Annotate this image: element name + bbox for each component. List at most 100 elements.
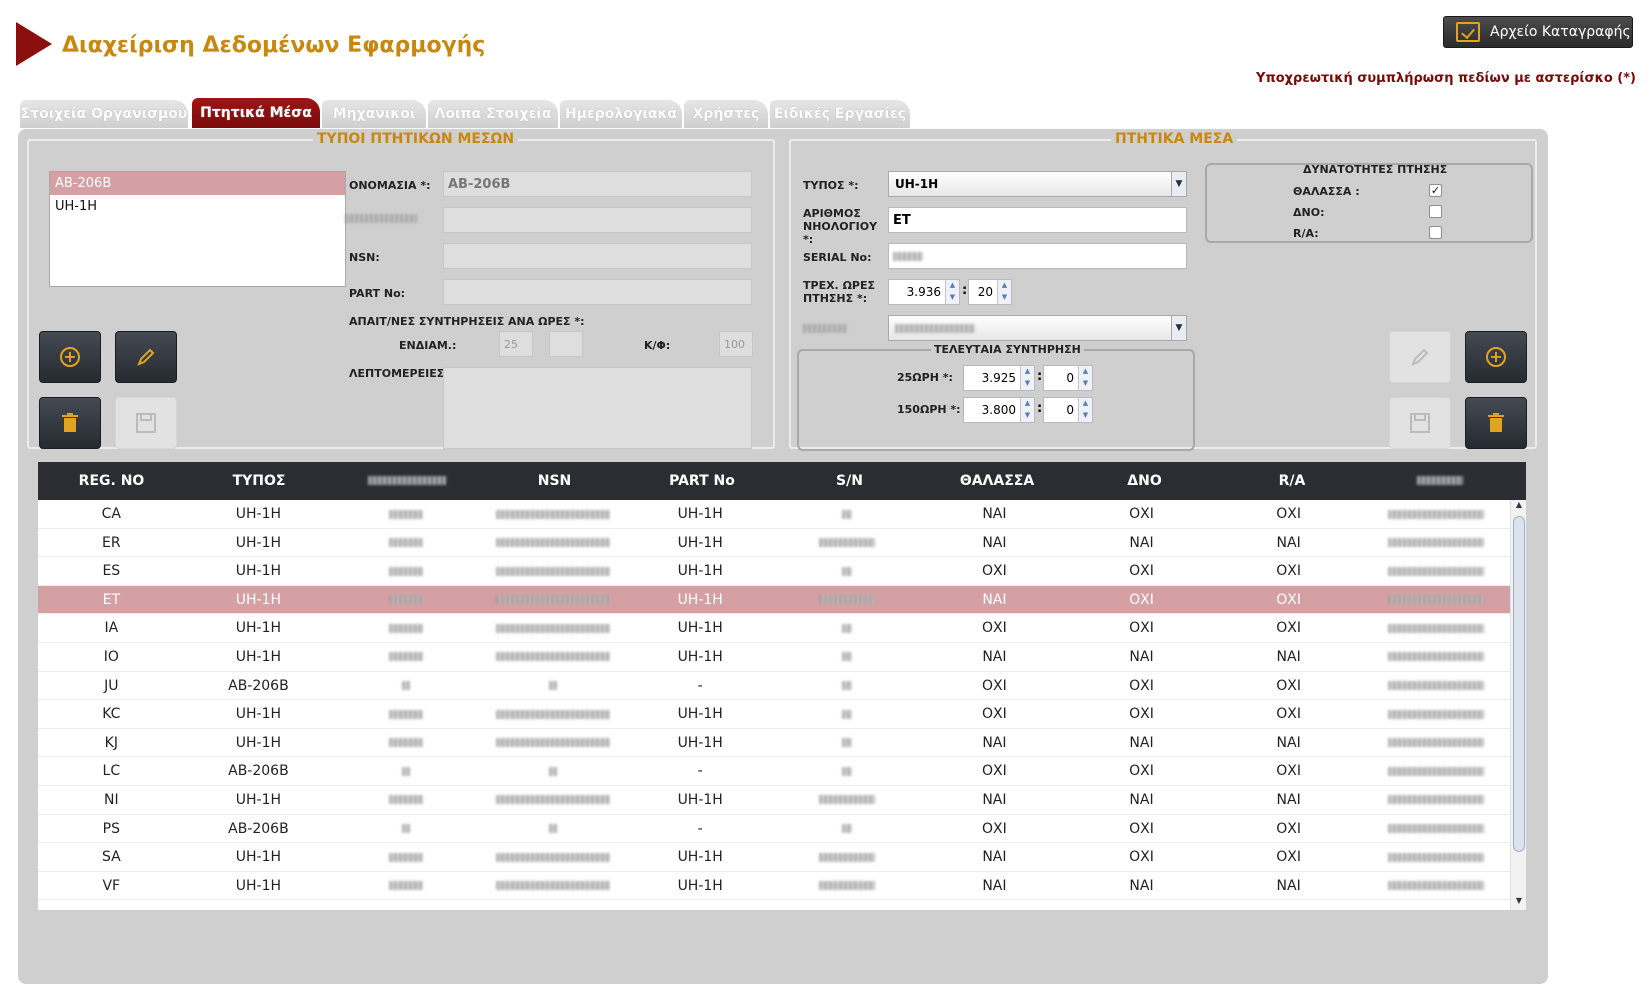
table-row[interactable]: ER UH-1H UH-1H ΝΑΙ ΝΑΙ ΝΑΙ	[38, 529, 1510, 558]
save-aircraft-button[interactable]	[1389, 397, 1451, 449]
h25-minutes-value: 0	[1066, 371, 1074, 385]
table-row[interactable]: SA UH-1H UH-1H ΝΑΙ ΟΧΙ ΟΧΙ	[38, 843, 1510, 872]
h150-minutes-stepper[interactable]: 0 ▲ ▼	[1043, 397, 1093, 423]
h150-hours-stepper[interactable]: 3.800 ▲ ▼	[963, 397, 1035, 423]
tab-organization[interactable]: Στοιχεία Οργανισμού	[20, 100, 188, 128]
table-cell	[774, 700, 921, 728]
aircraft-types-group: ΤΥΠΟΙ ΠΤΗΤΙΚΩΝ ΜΕΣΩΝ AB-206B UH-1H ΟΝΟΜΑ…	[27, 131, 775, 449]
tab-mechanics[interactable]: Μηχανικοί	[322, 100, 426, 128]
table-row[interactable]: CA UH-1H UH-1H ΝΑΙ ΟΧΙ ΟΧΙ	[38, 500, 1510, 529]
title-arrow-icon	[16, 22, 52, 66]
add-aircraft-button[interactable]: +	[1465, 331, 1527, 383]
serial-field[interactable]	[888, 243, 1187, 269]
tab-special-tasks[interactable]: Ειδικές Εργασίες	[770, 100, 910, 128]
column-header[interactable]: ΤΥΠΟΣ	[185, 462, 333, 500]
table-row[interactable]: ES UH-1H UH-1H ΟΧΙ ΟΧΙ ΟΧΙ	[38, 557, 1510, 586]
up-arrow-icon[interactable]: ▲	[998, 280, 1011, 292]
redacted-select[interactable]: ▼	[888, 315, 1187, 341]
table-row[interactable]: KJ UH-1H UH-1H ΝΑΙ ΝΑΙ ΝΑΙ	[38, 729, 1510, 758]
down-arrow-icon[interactable]: ▼	[1079, 378, 1092, 390]
part-no-field[interactable]	[443, 279, 752, 305]
intermediate-field[interactable]: 25	[499, 331, 533, 357]
table-cell: ΝΑΙ	[982, 734, 1007, 751]
column-header[interactable]: R/A	[1218, 462, 1366, 500]
last-maintenance-title: ΤΕΛΕΥΤΑΙΑ ΣΥΝΤΗΡΗΣΗ	[931, 343, 1084, 356]
up-arrow-icon[interactable]: ▲	[1021, 398, 1034, 410]
h25-hours-stepper[interactable]: 3.925 ▲ ▼	[963, 365, 1035, 391]
name-field[interactable]: AB-206B	[443, 171, 752, 197]
type-select[interactable]: UH-1H ▼	[888, 171, 1187, 197]
flight-hours-stepper[interactable]: 3.936 ▲ ▼	[888, 279, 960, 305]
save-type-button[interactable]	[115, 397, 177, 449]
down-arrow-icon[interactable]: ▼	[1021, 378, 1034, 390]
nsn-label: NSN:	[349, 251, 380, 264]
table-cell	[332, 500, 480, 528]
grid-scrollbar[interactable]: ▲ ▼	[1510, 500, 1526, 910]
table-row[interactable]: ET UH-1H UH-1H ΝΑΙ ΟΧΙ ΟΧΙ	[38, 585, 1510, 615]
table-cell: ΟΧΙ	[1129, 763, 1154, 780]
scroll-down-icon[interactable]: ▼	[1511, 896, 1526, 910]
column-header[interactable]: ΘΑΛΑΣΣΑ	[923, 462, 1071, 500]
column-header[interactable]: ΔΝΟ	[1071, 462, 1218, 500]
column-header[interactable]: S/N	[776, 462, 923, 500]
sea-label: ΘΑΛΑΣΣΑ :	[1293, 185, 1360, 198]
down-arrow-icon[interactable]: ▼	[1079, 410, 1092, 422]
down-arrow-icon[interactable]: ▼	[946, 292, 959, 304]
table-row[interactable]: IO UH-1H UH-1H ΝΑΙ ΝΑΙ ΝΑΙ	[38, 643, 1510, 672]
table-row[interactable]: IA UH-1H UH-1H ΟΧΙ ΟΧΙ ΟΧΙ	[38, 614, 1510, 643]
table-row[interactable]: KC UH-1H UH-1H ΟΧΙ ΟΧΙ ΟΧΙ	[38, 700, 1510, 729]
column-header[interactable]	[1366, 462, 1514, 500]
sea-checkbox[interactable]: ✓	[1429, 184, 1442, 197]
up-arrow-icon[interactable]: ▲	[1079, 366, 1092, 378]
list-item[interactable]: UH-1H	[50, 195, 345, 218]
h25-minutes-stepper[interactable]: 0 ▲ ▼	[1043, 365, 1093, 391]
scroll-up-icon[interactable]: ▲	[1511, 500, 1526, 514]
table-row[interactable]: LC AB-206B - ΟΧΙ ΟΧΙ ΟΧΙ	[38, 757, 1510, 786]
required-fields-note: Υποχρεωτική συμπλήρωση πεδίων με αστερίσ…	[1256, 71, 1636, 86]
details-textarea[interactable]	[443, 367, 752, 449]
scroll-thumb[interactable]	[1513, 516, 1525, 852]
delete-aircraft-button[interactable]	[1465, 397, 1527, 449]
table-cell	[1362, 557, 1510, 585]
table-cell	[774, 757, 921, 785]
tab-aircraft[interactable]: Πτητικά Μέσα	[192, 98, 320, 128]
intermediate-extra-field[interactable]	[549, 331, 583, 357]
tab-users[interactable]: Χρήστες	[684, 100, 768, 128]
list-item[interactable]: AB-206B	[50, 172, 345, 195]
down-arrow-icon[interactable]: ▼	[1021, 410, 1034, 422]
kf-field[interactable]: 100	[719, 331, 753, 357]
table-row[interactable]: JU AB-206B - ΟΧΙ ΟΧΙ ΟΧΙ	[38, 672, 1510, 701]
table-row[interactable]: NI UH-1H UH-1H ΝΑΙ ΝΑΙ ΝΑΙ	[38, 786, 1510, 815]
ra-label: R/A:	[1293, 227, 1319, 240]
column-header[interactable]: REG. NO	[38, 462, 185, 500]
table-cell	[774, 500, 921, 528]
column-header[interactable]	[333, 462, 481, 500]
trash-icon	[1488, 413, 1504, 432]
table-cell	[332, 757, 480, 785]
tab-calendar[interactable]: Ημερολογιακά	[560, 100, 682, 128]
dno-checkbox[interactable]	[1429, 205, 1442, 218]
column-header[interactable]: PART No	[628, 462, 776, 500]
flight-minutes-stepper[interactable]: 20 ▲ ▼	[968, 279, 1012, 305]
table-cell: AB-206B	[228, 763, 289, 780]
edit-type-button[interactable]	[115, 331, 177, 383]
registry-field[interactable]: ET	[888, 207, 1187, 233]
tab-other-data[interactable]: Λοιπά Στοιχεία	[428, 100, 558, 128]
column-header[interactable]: NSN	[481, 462, 628, 500]
table-cell	[332, 672, 480, 700]
add-type-button[interactable]: +	[39, 331, 101, 383]
redacted-field[interactable]	[443, 207, 752, 233]
ra-checkbox[interactable]	[1429, 226, 1442, 239]
up-arrow-icon[interactable]: ▲	[1021, 366, 1034, 378]
delete-type-button[interactable]	[39, 397, 101, 449]
nsn-field[interactable]	[443, 243, 752, 269]
table-row[interactable]: VF UH-1H UH-1H ΝΑΙ ΝΑΙ ΝΑΙ	[38, 872, 1510, 901]
edit-aircraft-button[interactable]	[1389, 331, 1451, 383]
up-arrow-icon[interactable]: ▲	[946, 280, 959, 292]
grid-header: REG. NO ΤΥΠΟΣ NSN PART No S/N ΘΑΛΑΣΣΑ ΔΝΟ R/A	[38, 462, 1526, 500]
down-arrow-icon[interactable]: ▼	[998, 292, 1011, 304]
types-list[interactable]: AB-206B UH-1H	[49, 171, 346, 287]
table-row[interactable]: PS AB-206B - ΟΧΙ ΟΧΙ ΟΧΙ	[38, 815, 1510, 844]
up-arrow-icon[interactable]: ▲	[1079, 398, 1092, 410]
log-file-button[interactable]: Αρχείο Καταγραφής	[1443, 16, 1633, 48]
